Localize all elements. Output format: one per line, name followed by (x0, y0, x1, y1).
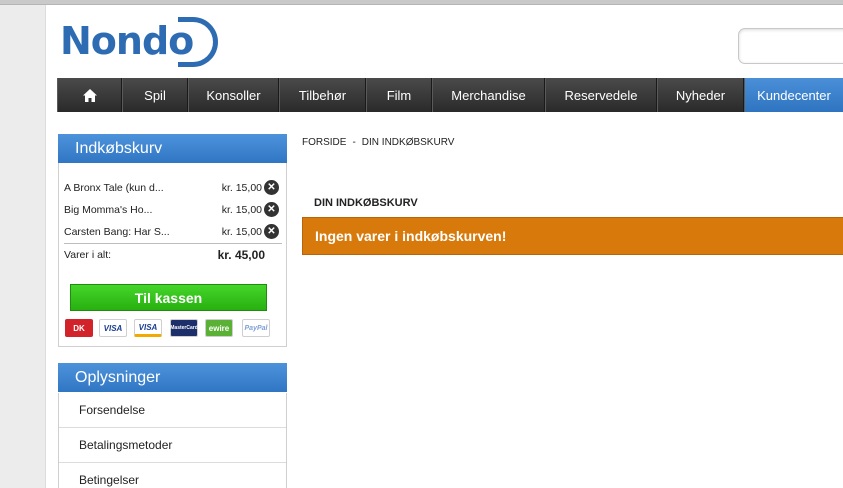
cart-item: Carsten Bang: Har S... kr. 15,00 ✕ (64, 223, 282, 241)
nav-item-film[interactable]: Film (366, 78, 432, 112)
logo[interactable]: Nondo (60, 17, 218, 67)
cart-divider (64, 243, 282, 244)
nav-item-konsoller[interactable]: Konsoller (188, 78, 279, 112)
cart-total-value: kr. 45,00 (217, 248, 265, 262)
breadcrumb-home[interactable]: FORSIDE (302, 137, 346, 148)
ewire-logo: ewire (205, 319, 233, 337)
remove-item-icon[interactable]: ✕ (264, 202, 279, 217)
cart-item-name[interactable]: A Bronx Tale (kun d... (64, 182, 164, 194)
cart-panel: A Bronx Tale (kun d... kr. 15,00 ✕ Big M… (58, 163, 287, 347)
main-nav: Spil Konsoller Tilbehør Film Merchandise… (57, 78, 843, 112)
search-input[interactable] (738, 28, 843, 64)
info-panel: Forsendelse Betalingsmetoder Betingelser (58, 393, 287, 488)
page-title: DIN INDKØBSKURV (314, 197, 418, 209)
info-item-betingelser[interactable]: Betingelser (59, 463, 286, 488)
nav-item-nyheder[interactable]: Nyheder (657, 78, 744, 112)
paypal-logo: PayPal (242, 319, 270, 337)
breadcrumb: FORSIDE - DIN INDKØBSKURV (302, 137, 454, 148)
dankort-logo: DK (65, 319, 93, 337)
logo-swoosh-icon (178, 17, 218, 67)
empty-cart-message: Ingen varer i indkøbskurven! (302, 217, 843, 255)
cart-item-name[interactable]: Big Momma's Ho... (64, 204, 152, 216)
cart-item: A Bronx Tale (kun d... kr. 15,00 ✕ (64, 179, 282, 197)
cart-header: Indkøbskurv (58, 134, 287, 163)
breadcrumb-separator: - (352, 137, 356, 148)
info-item-betalingsmetoder[interactable]: Betalingsmetoder (59, 428, 286, 463)
checkout-button[interactable]: Til kassen (70, 284, 267, 311)
info-header: Oplysninger (58, 363, 287, 392)
home-icon (82, 88, 97, 102)
remove-item-icon[interactable]: ✕ (264, 180, 279, 195)
cart-item-price: kr. 15,00 (221, 204, 262, 216)
cart-item-price: kr. 15,00 (221, 182, 262, 194)
nav-item-reservedele[interactable]: Reservedele (545, 78, 657, 112)
nav-item-merchandise[interactable]: Merchandise (432, 78, 545, 112)
page: Nondo Spil Konsoller Tilbehør Film Merch… (45, 5, 843, 488)
cart-item-name[interactable]: Carsten Bang: Har S... (64, 226, 170, 238)
cart-total-label: Varer i alt: (64, 249, 112, 261)
breadcrumb-current: DIN INDKØBSKURV (361, 137, 455, 148)
visa-electron-logo: VISA (134, 319, 162, 337)
nav-item-spil[interactable]: Spil (122, 78, 188, 112)
info-item-forsendelse[interactable]: Forsendelse (59, 393, 286, 428)
cart-item-price: kr. 15,00 (221, 226, 262, 238)
mastercard-logo: MasterCard (170, 319, 198, 337)
nav-item-tilbehor[interactable]: Tilbehør (279, 78, 366, 112)
cart-item: Big Momma's Ho... kr. 15,00 ✕ (64, 201, 282, 219)
logo-text: Nondo (60, 19, 194, 63)
remove-item-icon[interactable]: ✕ (264, 224, 279, 239)
nav-item-kundecenter[interactable]: Kundecenter (744, 78, 843, 112)
nav-home[interactable] (57, 78, 122, 112)
visa-logo: VISA (99, 319, 127, 337)
